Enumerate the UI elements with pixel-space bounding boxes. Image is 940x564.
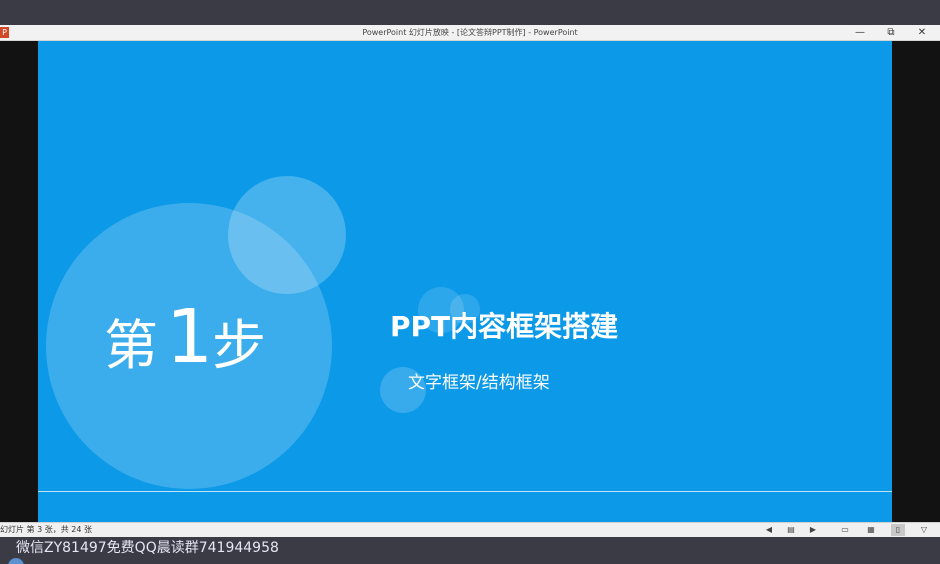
menu-icon[interactable]: ▤ xyxy=(784,524,798,536)
reading-view-icon[interactable]: ▯ xyxy=(891,524,905,536)
previous-icon[interactable]: ◀ xyxy=(762,524,776,536)
decor-circle-top xyxy=(228,176,346,294)
next-icon[interactable]: ▶ xyxy=(806,524,820,536)
restore-button[interactable]: ⧉ xyxy=(876,25,906,40)
screen: P PowerPoint 幻灯片放映 - [论文答辩PPT制作] - Power… xyxy=(0,0,940,564)
close-button[interactable]: ✕ xyxy=(907,25,937,40)
step-label: 第 1 步 xyxy=(104,296,284,386)
step-prefix: 第 xyxy=(104,314,158,377)
slide-divider xyxy=(38,491,892,492)
step-suffix: 步 xyxy=(212,314,266,377)
window-title: PowerPoint 幻灯片放映 - [论文答辩PPT制作] - PowerPo… xyxy=(362,28,578,37)
slide-sorter-icon[interactable]: ▦ xyxy=(864,524,878,536)
slide-title: PPT内容框架搭建 xyxy=(390,310,619,343)
slide-subtitle: 文字框架/结构框架 xyxy=(408,373,550,393)
status-bar: 幻灯片 第 3 张，共 24 张 ◀ ▤ ▶ ▭ ▦ ▯ ▽ xyxy=(0,522,940,537)
title-bar: P PowerPoint 幻灯片放映 - [论文答辩PPT制作] - Power… xyxy=(0,25,940,41)
slideshow-icon[interactable]: ▽ xyxy=(917,524,931,536)
minimize-button[interactable]: — xyxy=(845,25,875,40)
top-band xyxy=(0,0,940,25)
step-number: 1 xyxy=(166,294,214,380)
slide[interactable]: 第 1 步 PPT内容框架搭建 文字框架/结构框架 xyxy=(38,41,892,522)
corner-logo-icon xyxy=(8,558,24,564)
normal-view-icon[interactable]: ▭ xyxy=(838,524,852,536)
slide-count: 幻灯片 第 3 张，共 24 张 xyxy=(0,525,92,534)
watermark-text: 微信ZY81497免费QQ晨读群741944958 xyxy=(16,540,279,556)
